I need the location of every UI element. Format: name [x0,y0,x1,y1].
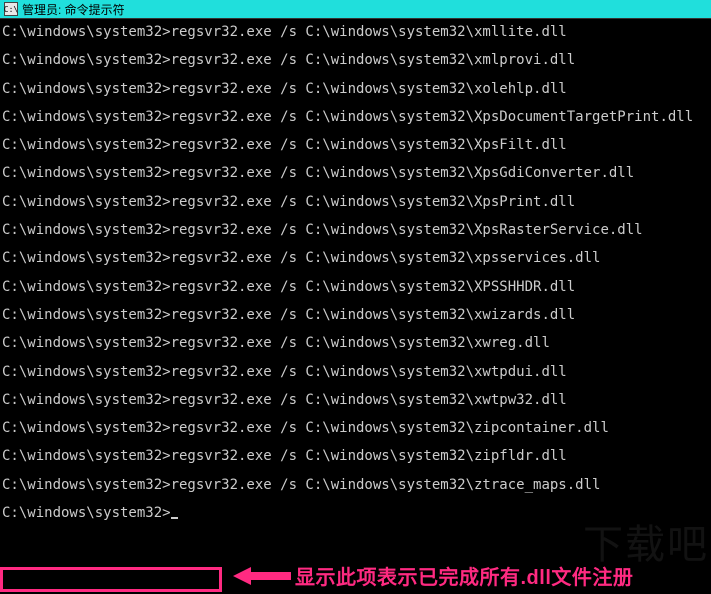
annotation-highlight-box [0,567,222,592]
annotation: 显示此项表示已完成所有.dll文件注册 [233,561,633,590]
terminal-line: C:\windows\system32>regsvr32.exe /s C:\w… [2,82,709,110]
window-title: 管理员: 命令提示符 [22,1,125,18]
terminal-line: C:\windows\system32>regsvr32.exe /s C:\w… [2,336,709,364]
terminal-line: C:\windows\system32>regsvr32.exe /s C:\w… [2,421,709,449]
cursor [171,506,178,519]
terminal-prompt[interactable]: C:\windows\system32> [2,506,709,521]
terminal-line: C:\windows\system32>regsvr32.exe /s C:\w… [2,53,709,81]
terminal-line: C:\windows\system32>regsvr32.exe /s C:\w… [2,449,709,477]
terminal-line: C:\windows\system32>regsvr32.exe /s C:\w… [2,365,709,393]
terminal-line: C:\windows\system32>regsvr32.exe /s C:\w… [2,138,709,166]
terminal-output[interactable]: C:\windows\system32>regsvr32.exe /s C:\w… [0,19,711,523]
terminal-line: C:\windows\system32>regsvr32.exe /s C:\w… [2,110,709,138]
terminal-line: C:\windows\system32>regsvr32.exe /s C:\w… [2,393,709,421]
terminal-line: C:\windows\system32>regsvr32.exe /s C:\w… [2,478,709,506]
terminal-line: C:\windows\system32>regsvr32.exe /s C:\w… [2,251,709,279]
terminal-line: C:\windows\system32>regsvr32.exe /s C:\w… [2,166,709,194]
terminal-line: C:\windows\system32>regsvr32.exe /s C:\w… [2,280,709,308]
terminal-line: C:\windows\system32>regsvr32.exe /s C:\w… [2,223,709,251]
window-titlebar: C:\ 管理员: 命令提示符 [0,0,711,19]
terminal-line: C:\windows\system32>regsvr32.exe /s C:\w… [2,308,709,336]
arrow-left-icon [233,567,291,585]
terminal-line: C:\windows\system32>regsvr32.exe /s C:\w… [2,25,709,53]
terminal-line: C:\windows\system32>regsvr32.exe /s C:\w… [2,195,709,223]
cmd-icon: C:\ [4,2,18,16]
annotation-text: 显示此项表示已完成所有.dll文件注册 [295,561,633,590]
